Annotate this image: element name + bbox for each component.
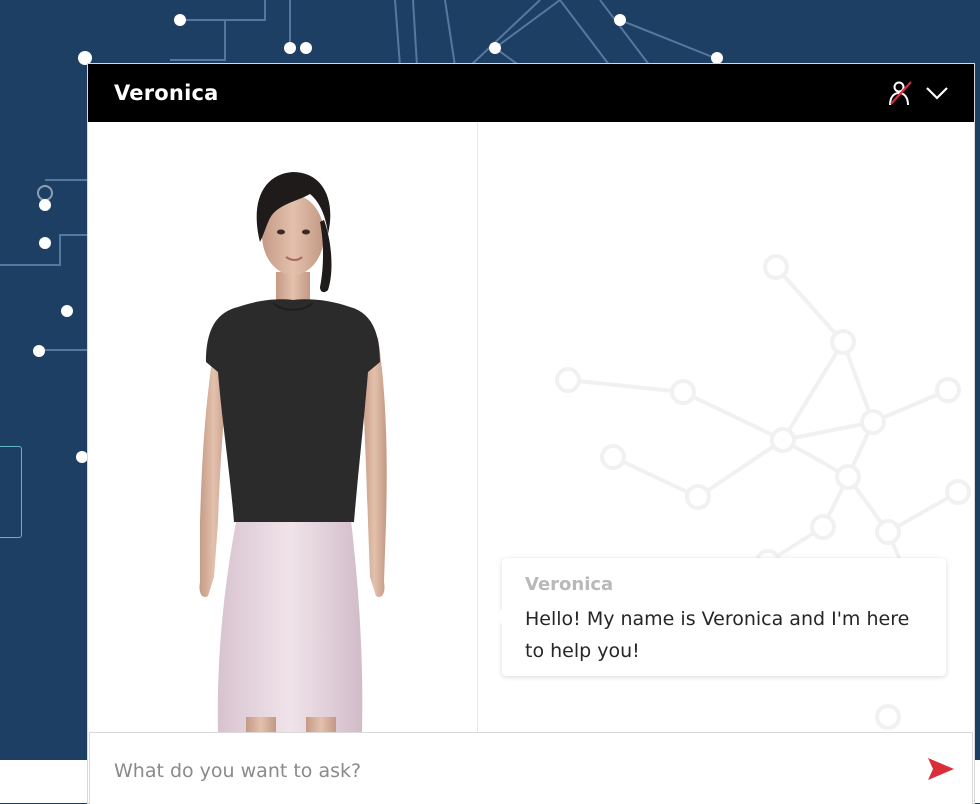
chat-widget: Veronica Veronica Hello! My name is Vero… xyxy=(88,64,974,804)
avatar-figure xyxy=(199,172,387,732)
avatar-pane xyxy=(88,122,478,732)
widget-header: Veronica xyxy=(88,64,974,122)
message-sender: Veronica xyxy=(525,574,614,595)
bubble-tail xyxy=(494,608,503,626)
send-arrow-icon[interactable] xyxy=(926,755,956,783)
assistant-name-title: Veronica xyxy=(114,81,219,105)
input-bar xyxy=(89,732,973,804)
chat-pane: Veronica Hello! My name is Veronica and … xyxy=(478,122,974,732)
message-text: Hello! My name is Veronica and I'm here … xyxy=(525,608,910,662)
ask-input[interactable] xyxy=(114,747,904,795)
message-bubble: Veronica Hello! My name is Veronica and … xyxy=(494,558,946,676)
background-side-panel xyxy=(0,446,22,538)
chevron-down-icon[interactable] xyxy=(922,78,952,108)
person-mute-icon[interactable] xyxy=(886,78,916,108)
